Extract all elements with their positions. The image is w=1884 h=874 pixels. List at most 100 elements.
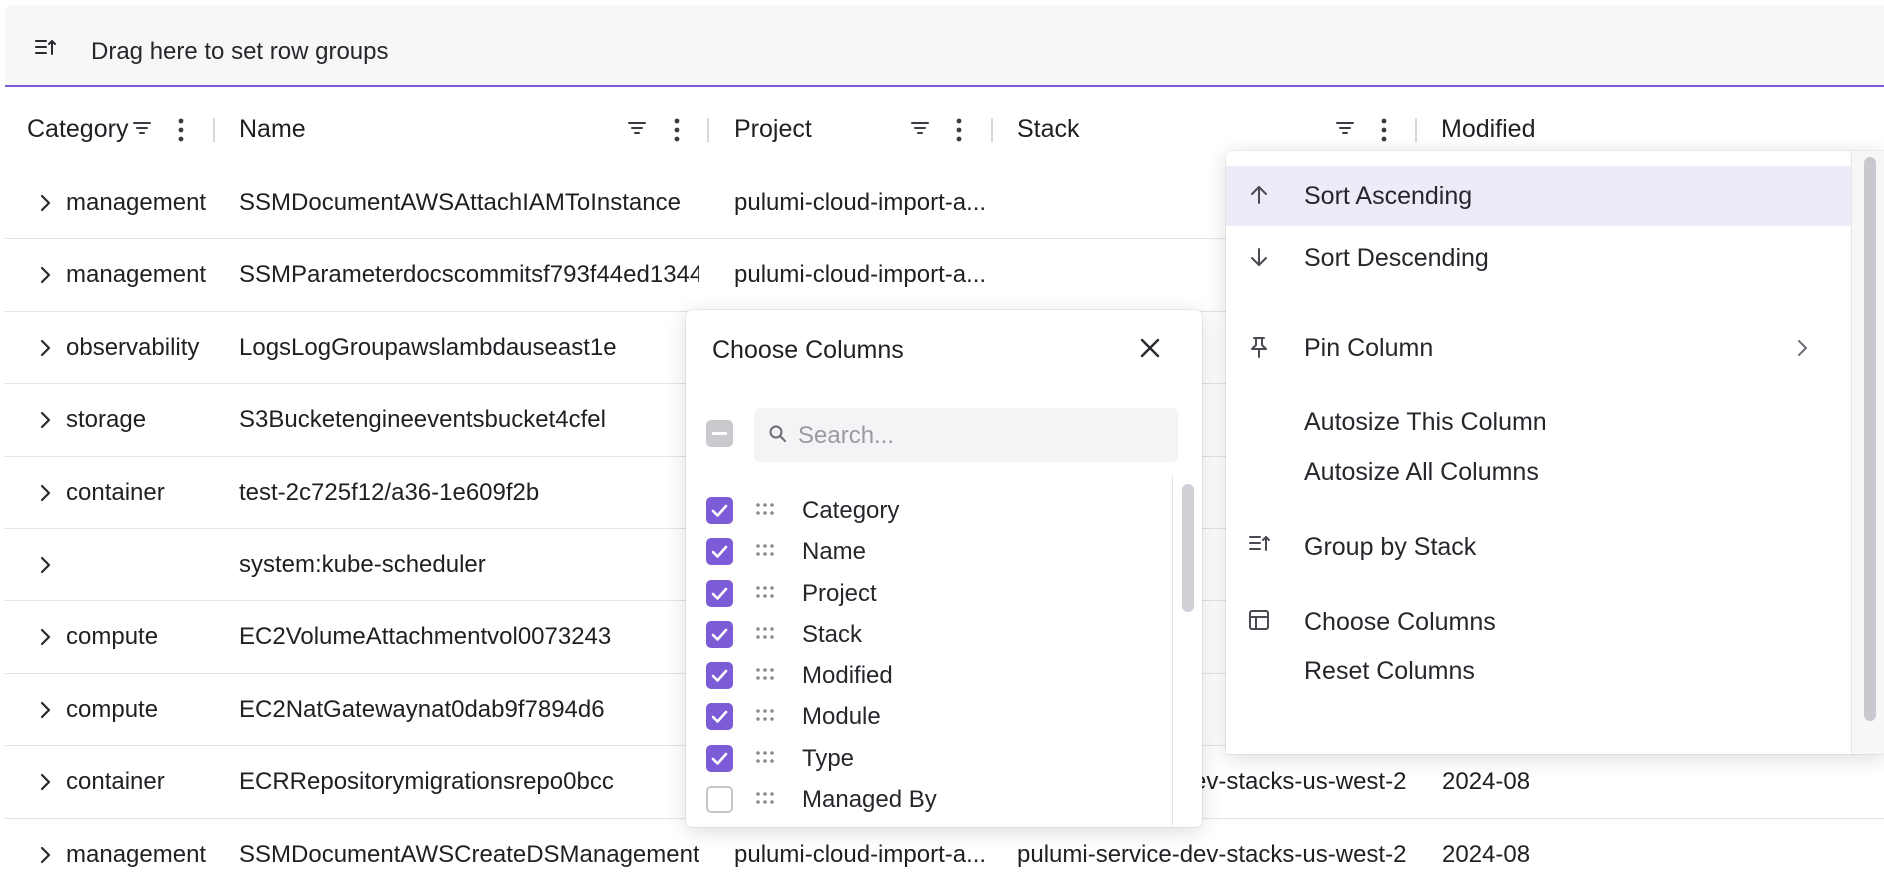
cell-name: S3Bucketengineeventsbucket4cfel <box>239 406 606 434</box>
column-list-item[interactable]: Managed By <box>686 779 1166 820</box>
arrow-down-icon <box>1248 245 1270 274</box>
column-resize-handle[interactable] <box>707 118 709 142</box>
column-search-input[interactable] <box>796 408 1170 464</box>
menu-item-reset-columns[interactable]: Reset Columns <box>1226 641 1851 701</box>
column-list-item[interactable]: Stack <box>686 614 1166 655</box>
cell-modified: 2024-08 <box>1442 840 1531 868</box>
cell-name: EC2NatGatewaynat0dab9f7894d6 <box>239 695 605 723</box>
column-list-item[interactable] <box>686 820 1166 827</box>
cell-category: management <box>66 189 207 216</box>
data-grid: Drag here to set row groups Category Nam… <box>0 0 1884 874</box>
cell-category: management <box>66 261 207 289</box>
drag-handle-icon[interactable] <box>756 667 774 685</box>
menu-scrollbar[interactable] <box>1864 157 1876 721</box>
column-checkbox[interactable] <box>706 744 733 772</box>
menu-item-group-by[interactable]: Group by Stack <box>1226 517 1851 577</box>
cell-name: test-2c725f12/a36-1e609f2b <box>239 478 540 506</box>
column-list-item[interactable]: Module <box>686 696 1166 737</box>
cell-category: observability <box>66 333 200 361</box>
cell-category: storage <box>66 406 147 434</box>
chevron-right-icon <box>1796 338 1808 363</box>
column-label: Module <box>802 703 881 731</box>
column-checkbox[interactable] <box>706 703 733 731</box>
chevron-right-icon[interactable] <box>39 264 51 292</box>
cell-category: container <box>66 478 165 506</box>
header-category[interactable]: Category <box>27 92 128 167</box>
drag-handle-icon[interactable] <box>756 791 774 809</box>
column-label: Name <box>802 538 867 566</box>
column-list: Category Name Project Stack Modified Mod… <box>686 490 1166 827</box>
cell-category: compute <box>66 623 159 651</box>
column-label: Stack <box>802 620 863 648</box>
column-checkbox[interactable] <box>706 662 733 690</box>
menu-item-pin-column[interactable]: Pin Column <box>1226 318 1851 378</box>
column-checkbox[interactable] <box>706 497 733 524</box>
cell-name: EC2VolumeAttachmentvol0073243 <box>239 623 612 651</box>
menu-item-autosize-all[interactable]: Autosize All Columns <box>1226 442 1851 502</box>
cell-category <box>66 529 216 601</box>
column-menu-icon[interactable] <box>1380 118 1388 147</box>
column-menu-icon[interactable] <box>955 118 963 147</box>
column-menu: Sort Ascending Sort Descending Pin Colum… <box>1226 151 1884 754</box>
menu-item-sort-descending[interactable]: Sort Descending <box>1226 228 1851 288</box>
chevron-right-icon[interactable] <box>39 626 51 654</box>
chevron-right-icon[interactable] <box>39 482 51 510</box>
columns-icon <box>1248 609 1270 636</box>
cell-name: LogsLogGroupawslambdauseast1e <box>239 333 617 361</box>
drag-handle-icon[interactable] <box>756 626 774 644</box>
filter-icon[interactable] <box>1335 118 1355 143</box>
drag-handle-icon[interactable] <box>756 708 774 726</box>
menu-item-sort-ascending[interactable]: Sort Ascending <box>1226 166 1851 226</box>
header-stack[interactable]: Stack <box>1017 92 1080 167</box>
filter-icon[interactable] <box>132 118 152 143</box>
header-name[interactable]: Name <box>239 92 306 167</box>
cell-name: SSMParameterdocscommitsf793f44ed134487..… <box>239 261 699 289</box>
chevron-right-icon[interactable] <box>39 192 51 220</box>
chevron-right-icon[interactable] <box>39 337 51 365</box>
drag-handle-icon[interactable] <box>756 750 774 768</box>
drag-handle-icon[interactable] <box>756 585 774 603</box>
drag-handle-icon[interactable] <box>756 502 774 520</box>
column-resize-handle[interactable] <box>991 118 993 142</box>
close-icon[interactable] <box>1138 336 1162 365</box>
drag-handle-icon[interactable] <box>756 543 774 561</box>
column-checkbox[interactable] <box>706 538 733 566</box>
pin-icon <box>1248 335 1270 364</box>
column-resize-handle[interactable] <box>1415 118 1417 142</box>
row-group-icon <box>1248 534 1272 559</box>
chevron-right-icon[interactable] <box>39 771 51 799</box>
cell-name: SSMDocumentAWSAttachIAMToInstance <box>239 189 681 216</box>
select-all-checkbox[interactable] <box>706 420 733 447</box>
header-project[interactable]: Project <box>734 92 812 167</box>
chevron-right-icon[interactable] <box>39 844 51 872</box>
column-label: Type <box>802 744 855 772</box>
menu-item-label: Group by Stack <box>1304 533 1477 561</box>
chevron-right-icon[interactable] <box>39 699 51 727</box>
column-checkbox[interactable] <box>706 579 733 607</box>
filter-icon[interactable] <box>627 118 647 143</box>
search-icon <box>768 424 788 449</box>
column-label: Category <box>802 497 900 524</box>
column-list-scrollbar[interactable] <box>1182 484 1194 612</box>
list-divider <box>1172 475 1173 827</box>
row-group-icon <box>34 38 58 63</box>
column-resize-handle[interactable] <box>213 118 215 142</box>
cell-modified: 2024-08 <box>1442 768 1531 796</box>
cell-name: system:kube-scheduler <box>239 550 486 578</box>
column-checkbox[interactable] <box>706 620 733 648</box>
row-group-hint: Drag here to set row groups <box>91 38 389 65</box>
column-list-item[interactable]: Name <box>686 531 1166 572</box>
filter-icon[interactable] <box>910 118 930 143</box>
chevron-right-icon[interactable] <box>39 554 51 582</box>
column-checkbox[interactable] <box>706 786 733 814</box>
row-group-drop-zone[interactable]: Drag here to set row groups <box>5 5 1884 87</box>
chevron-right-icon[interactable] <box>39 409 51 437</box>
cell-category: compute <box>66 695 159 723</box>
column-menu-icon[interactable] <box>673 118 681 147</box>
column-list-item[interactable]: Category <box>686 490 1166 531</box>
column-list-item[interactable]: Modified <box>686 655 1166 696</box>
column-label: Modified <box>802 662 893 690</box>
column-menu-icon[interactable] <box>177 118 185 147</box>
column-list-item[interactable]: Project <box>686 573 1166 614</box>
column-list-item[interactable]: Type <box>686 738 1166 779</box>
